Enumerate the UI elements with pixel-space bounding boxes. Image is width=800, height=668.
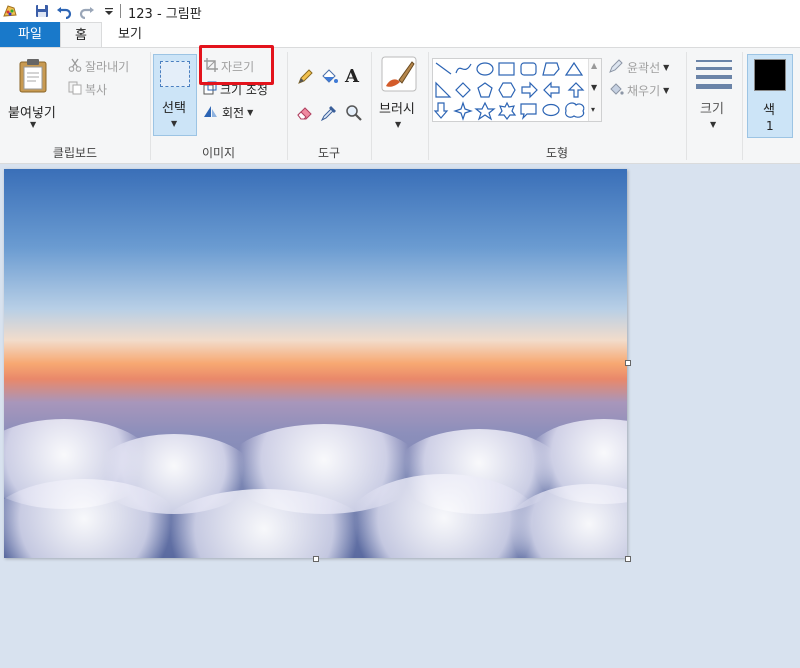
- color1-number: 1: [766, 119, 774, 133]
- brushes-dropdown-icon: ▼: [395, 120, 402, 129]
- shapes-gallery-icons: [433, 61, 585, 121]
- size-dropdown-icon: ▼: [710, 120, 717, 129]
- brush-icon: [381, 56, 417, 95]
- cut-label: 잘라내기: [85, 60, 130, 74]
- title-separator: [120, 4, 121, 18]
- rotate-icon: [203, 104, 219, 121]
- paste-button[interactable]: 붙여넣기 ▼: [4, 54, 62, 136]
- copy-label: 복사: [85, 83, 108, 97]
- copy-button[interactable]: 복사: [68, 81, 107, 98]
- group-separator: [686, 52, 687, 160]
- crop-highlight-annotation: [199, 45, 274, 85]
- brushes-label: 브러시: [379, 102, 415, 117]
- window-title: 123 - 그림판: [128, 7, 202, 22]
- outline-label: 윤곽선: [627, 61, 661, 75]
- fill-dropdown-icon: ▼: [663, 86, 670, 95]
- color-picker-icon[interactable]: [320, 104, 338, 125]
- resize-handle-right[interactable]: [625, 360, 631, 366]
- fill-label: 채우기: [627, 84, 661, 98]
- select-dropdown-icon: ▼: [171, 119, 178, 128]
- color1-label: 색: [763, 103, 775, 118]
- fill-button[interactable]: 채우기 ▼: [608, 81, 669, 100]
- clipboard-group-label: 클립보드: [52, 146, 98, 160]
- pencil-icon[interactable]: [296, 68, 314, 89]
- paint-app-icon[interactable]: [2, 3, 18, 19]
- save-icon[interactable]: [34, 3, 50, 19]
- gallery-more-icon[interactable]: ▾: [591, 105, 595, 114]
- rotate-dropdown-icon: ▼: [247, 108, 254, 117]
- size-button[interactable]: 크기 ▼: [690, 54, 738, 136]
- tools-group-label: 도구: [317, 146, 341, 160]
- redo-icon[interactable]: [79, 3, 95, 19]
- text-tool-icon[interactable]: A: [345, 66, 359, 87]
- resize-handle-bottom[interactable]: [313, 556, 319, 562]
- scissors-icon: [68, 58, 82, 75]
- image-group-label: 이미지: [201, 146, 236, 160]
- color1-button[interactable]: 색 1: [747, 54, 793, 138]
- paste-dropdown-icon: ▼: [30, 120, 37, 129]
- tab-home[interactable]: 홈: [60, 22, 102, 48]
- shapes-gallery[interactable]: ▲ ▼ ▾: [432, 58, 602, 122]
- select-rectangle-icon: [160, 61, 190, 87]
- chevron-down-icon[interactable]: ▼: [591, 83, 597, 92]
- outline-pen-icon: [608, 58, 624, 77]
- select-label: 선택: [162, 101, 186, 116]
- color1-swatch: [754, 59, 786, 91]
- tab-file[interactable]: 파일: [0, 22, 60, 47]
- line-width-icon: [696, 58, 732, 93]
- tab-view[interactable]: 보기: [104, 22, 156, 47]
- outline-button[interactable]: 윤곽선 ▼: [608, 58, 669, 77]
- shapes-gallery-scroll[interactable]: ▲ ▼ ▾: [588, 59, 601, 121]
- group-separator: [742, 52, 743, 160]
- title-bar: 123 - 그림판: [0, 0, 800, 22]
- shapes-group-label: 도형: [545, 146, 569, 160]
- customize-toolbar-icon[interactable]: [101, 3, 117, 19]
- select-button[interactable]: 선택 ▼: [153, 54, 197, 136]
- canvas-image-sky-clouds[interactable]: [4, 169, 627, 558]
- undo-icon[interactable]: [56, 3, 72, 19]
- brushes-button[interactable]: 브러시 ▼: [375, 54, 423, 136]
- canvas-workspace[interactable]: [0, 164, 800, 668]
- cut-button[interactable]: 잘라내기: [68, 58, 129, 75]
- group-separator: [371, 52, 372, 160]
- ribbon-tab-bar: 파일 홈 보기: [0, 22, 800, 48]
- size-label: 크기: [700, 102, 724, 117]
- ribbon: 붙여넣기 ▼ 잘라내기 복사 클립보드 선택 ▼ 자르기 크기 조정 회전 ▼ …: [0, 45, 800, 164]
- clipboard-paste-icon: [18, 58, 48, 97]
- fill-icon: [608, 81, 624, 100]
- chevron-up-icon[interactable]: ▲: [591, 61, 597, 70]
- rotate-label: 회전: [222, 106, 245, 120]
- resize-handle-corner[interactable]: [625, 556, 631, 562]
- copy-icon: [68, 81, 82, 98]
- magnifier-icon[interactable]: [345, 104, 363, 125]
- rotate-button[interactable]: 회전 ▼: [203, 104, 253, 121]
- fill-bucket-icon[interactable]: [320, 68, 338, 89]
- outline-dropdown-icon: ▼: [663, 63, 670, 72]
- paste-label: 붙여넣기: [8, 106, 56, 121]
- eraser-icon[interactable]: [296, 104, 314, 123]
